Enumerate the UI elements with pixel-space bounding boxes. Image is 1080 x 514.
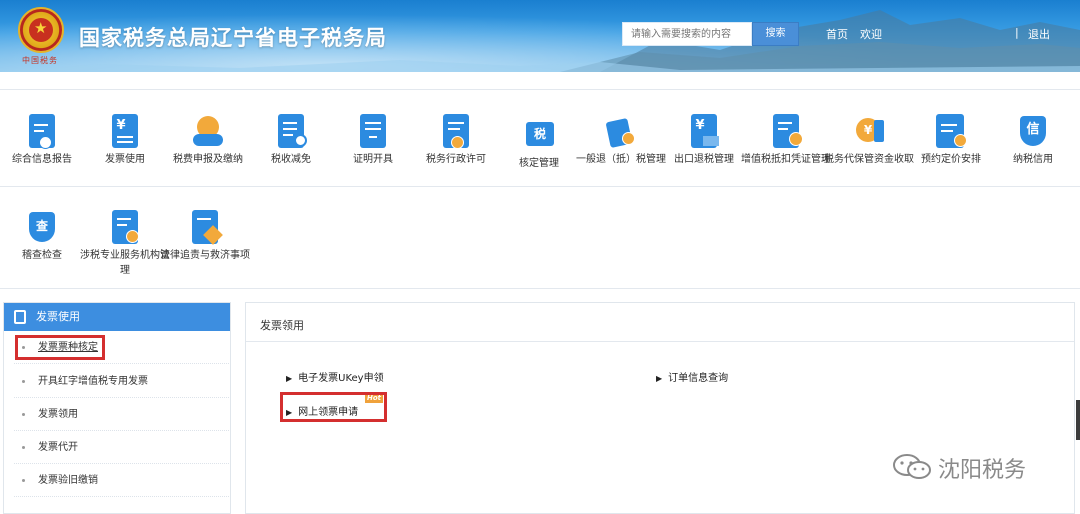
site-title: 国家税务总局辽宁省电子税务局 [79, 26, 387, 50]
legal-icon [188, 210, 223, 246]
nav-separator: | [1015, 26, 1019, 39]
grid-item-custody-funds[interactable]: ¥ 税务代保管资金收取 [824, 114, 914, 167]
bullet-icon [22, 446, 25, 449]
agency-icon [108, 210, 142, 246]
triangle-right-icon: ▶ [656, 374, 663, 383]
nav-home-link[interactable]: 首页 [826, 26, 848, 42]
pricing-icon [934, 114, 968, 150]
grid-item-inspection[interactable]: 查 稽查检查 [0, 210, 87, 263]
wechat-icon [893, 454, 931, 479]
nav-logout-link[interactable]: 退出 [1028, 26, 1050, 42]
main-title: 发票领用 [260, 319, 304, 332]
search-input[interactable] [622, 22, 752, 46]
grid-item-admin-license[interactable]: 税务行政许可 [411, 114, 501, 167]
link-ukey-apply[interactable]: ▶ 电子发票UKey申领 [286, 369, 384, 384]
service-grid: 综合信息报告 ¥ 发票使用 税费申报及缴纳 税收减免 证明开具 税务行政许可 税… [0, 89, 1080, 289]
grid-item-pricing[interactable]: 预约定价安排 [906, 114, 996, 167]
certificate-icon [356, 114, 390, 150]
declare-pay-icon [191, 114, 225, 150]
grid-item-assessment[interactable]: 税 核定管理 [494, 118, 584, 171]
grid-item-agency[interactable]: 涉税专业服务机构管理 [80, 210, 170, 278]
grid-item-tax-relief[interactable]: 税收减免 [246, 114, 336, 167]
sidebar-title: 发票使用 [36, 310, 80, 323]
info-report-icon [25, 114, 59, 150]
sidebar-item-red-invoice[interactable]: 开具红字增值税专用发票 [14, 365, 229, 398]
emblem-caption: 中国税务 [22, 56, 58, 65]
export-refund-icon: ¥ [687, 114, 721, 150]
grid-item-refund[interactable]: 一般退（抵）税管理 [576, 114, 666, 167]
watermark-text: 沈阳税务 [938, 458, 1027, 483]
sidebar-item-invoice-receive[interactable]: 发票领用 [14, 398, 229, 431]
site-header: 中国税务 国家税务总局辽宁省电子税务局 搜索 首页 欢迎 | 退出 [0, 0, 1080, 72]
grid-item-certificate[interactable]: 证明开具 [328, 114, 418, 167]
grid-item-info-report[interactable]: 综合信息报告 [0, 114, 87, 167]
grid-item-legal[interactable]: 法律追责与救济事项 [160, 210, 250, 263]
bullet-icon [22, 413, 25, 416]
inspection-icon: 查 [25, 210, 59, 246]
page-edge-bar [1076, 400, 1080, 440]
tax-relief-icon [274, 114, 308, 150]
sidebar: 发票使用 发票票种核定 开具红字增值税专用发票 发票领用 发票代开 发票验旧缴销 [3, 302, 231, 514]
sidebar-item-invoice-agent-issue[interactable]: 发票代开 [14, 431, 229, 464]
invoice-doc-icon [14, 310, 26, 324]
highlight-box-main [280, 392, 387, 422]
main-title-divider [246, 341, 1074, 342]
highlight-box-sidebar [15, 335, 105, 360]
grid-item-invoice[interactable]: ¥ 发票使用 [80, 114, 170, 167]
refund-icon [604, 114, 638, 150]
link-order-query[interactable]: ▶ 订单信息查询 [656, 369, 728, 384]
tax-credit-icon: 信 [1016, 114, 1050, 150]
triangle-right-icon: ▶ [286, 374, 293, 383]
grid-item-declare-pay[interactable]: 税费申报及缴纳 [163, 114, 253, 167]
grid-item-export-refund[interactable]: ¥ 出口退税管理 [659, 114, 749, 167]
tax-emblem-icon [18, 7, 64, 53]
bullet-icon [22, 479, 25, 482]
sidebar-header: 发票使用 [4, 303, 230, 331]
search-button[interactable]: 搜索 [752, 22, 799, 46]
assessment-icon: 税 [522, 118, 556, 154]
admin-license-icon [439, 114, 473, 150]
grid-row-divider [0, 186, 1080, 187]
bullet-icon [22, 380, 25, 383]
custody-funds-icon: ¥ [852, 114, 886, 150]
nav-welcome-text: 欢迎 [860, 28, 882, 41]
invoice-icon: ¥ [108, 114, 142, 150]
grid-item-tax-credit[interactable]: 信 纳税信用 [988, 114, 1078, 167]
grid-item-vat-deduction[interactable]: 增值税抵扣凭证管理 [741, 114, 831, 167]
vat-deduction-icon [769, 114, 803, 150]
sidebar-item-invoice-verify-cancel[interactable]: 发票验旧缴销 [14, 464, 229, 497]
